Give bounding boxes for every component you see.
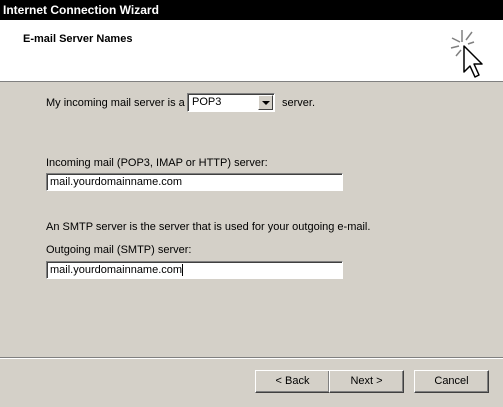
incoming-server-type-value: POP3 bbox=[192, 96, 222, 108]
back-button[interactable]: < Back bbox=[255, 370, 330, 393]
wizard-window: Internet Connection Wizard E-mail Server… bbox=[0, 0, 503, 407]
outgoing-server-value: mail.yourdomainname.com bbox=[50, 264, 183, 276]
title-bar: Internet Connection Wizard bbox=[0, 0, 503, 20]
incoming-type-prefix: My incoming mail server is a bbox=[46, 97, 185, 109]
text-caret bbox=[182, 264, 184, 277]
incoming-server-input[interactable]: mail.yourdomainname.com bbox=[46, 173, 343, 191]
button-separator bbox=[0, 357, 503, 359]
page-title: E-mail Server Names bbox=[23, 33, 133, 45]
incoming-server-label: Incoming mail (POP3, IMAP or HTTP) serve… bbox=[46, 157, 268, 169]
incoming-type-suffix: server. bbox=[282, 97, 316, 109]
outgoing-server-label: Outgoing mail (SMTP) server: bbox=[46, 244, 192, 256]
incoming-server-value: mail.yourdomainname.com bbox=[50, 176, 183, 188]
wizard-cursor-icon bbox=[450, 30, 483, 78]
outgoing-server-input[interactable]: mail.yourdomainname.com bbox=[46, 261, 343, 279]
chevron-down-icon bbox=[262, 101, 270, 105]
incoming-server-type-select[interactable]: POP3 bbox=[187, 93, 275, 112]
smtp-note: An SMTP server is the server that is use… bbox=[46, 221, 371, 233]
wizard-header: E-mail Server Names bbox=[0, 20, 503, 82]
next-button[interactable]: Next > bbox=[329, 370, 404, 393]
window-title: Internet Connection Wizard bbox=[3, 3, 159, 17]
cancel-button[interactable]: Cancel bbox=[414, 370, 489, 393]
dropdown-button[interactable] bbox=[258, 95, 273, 110]
